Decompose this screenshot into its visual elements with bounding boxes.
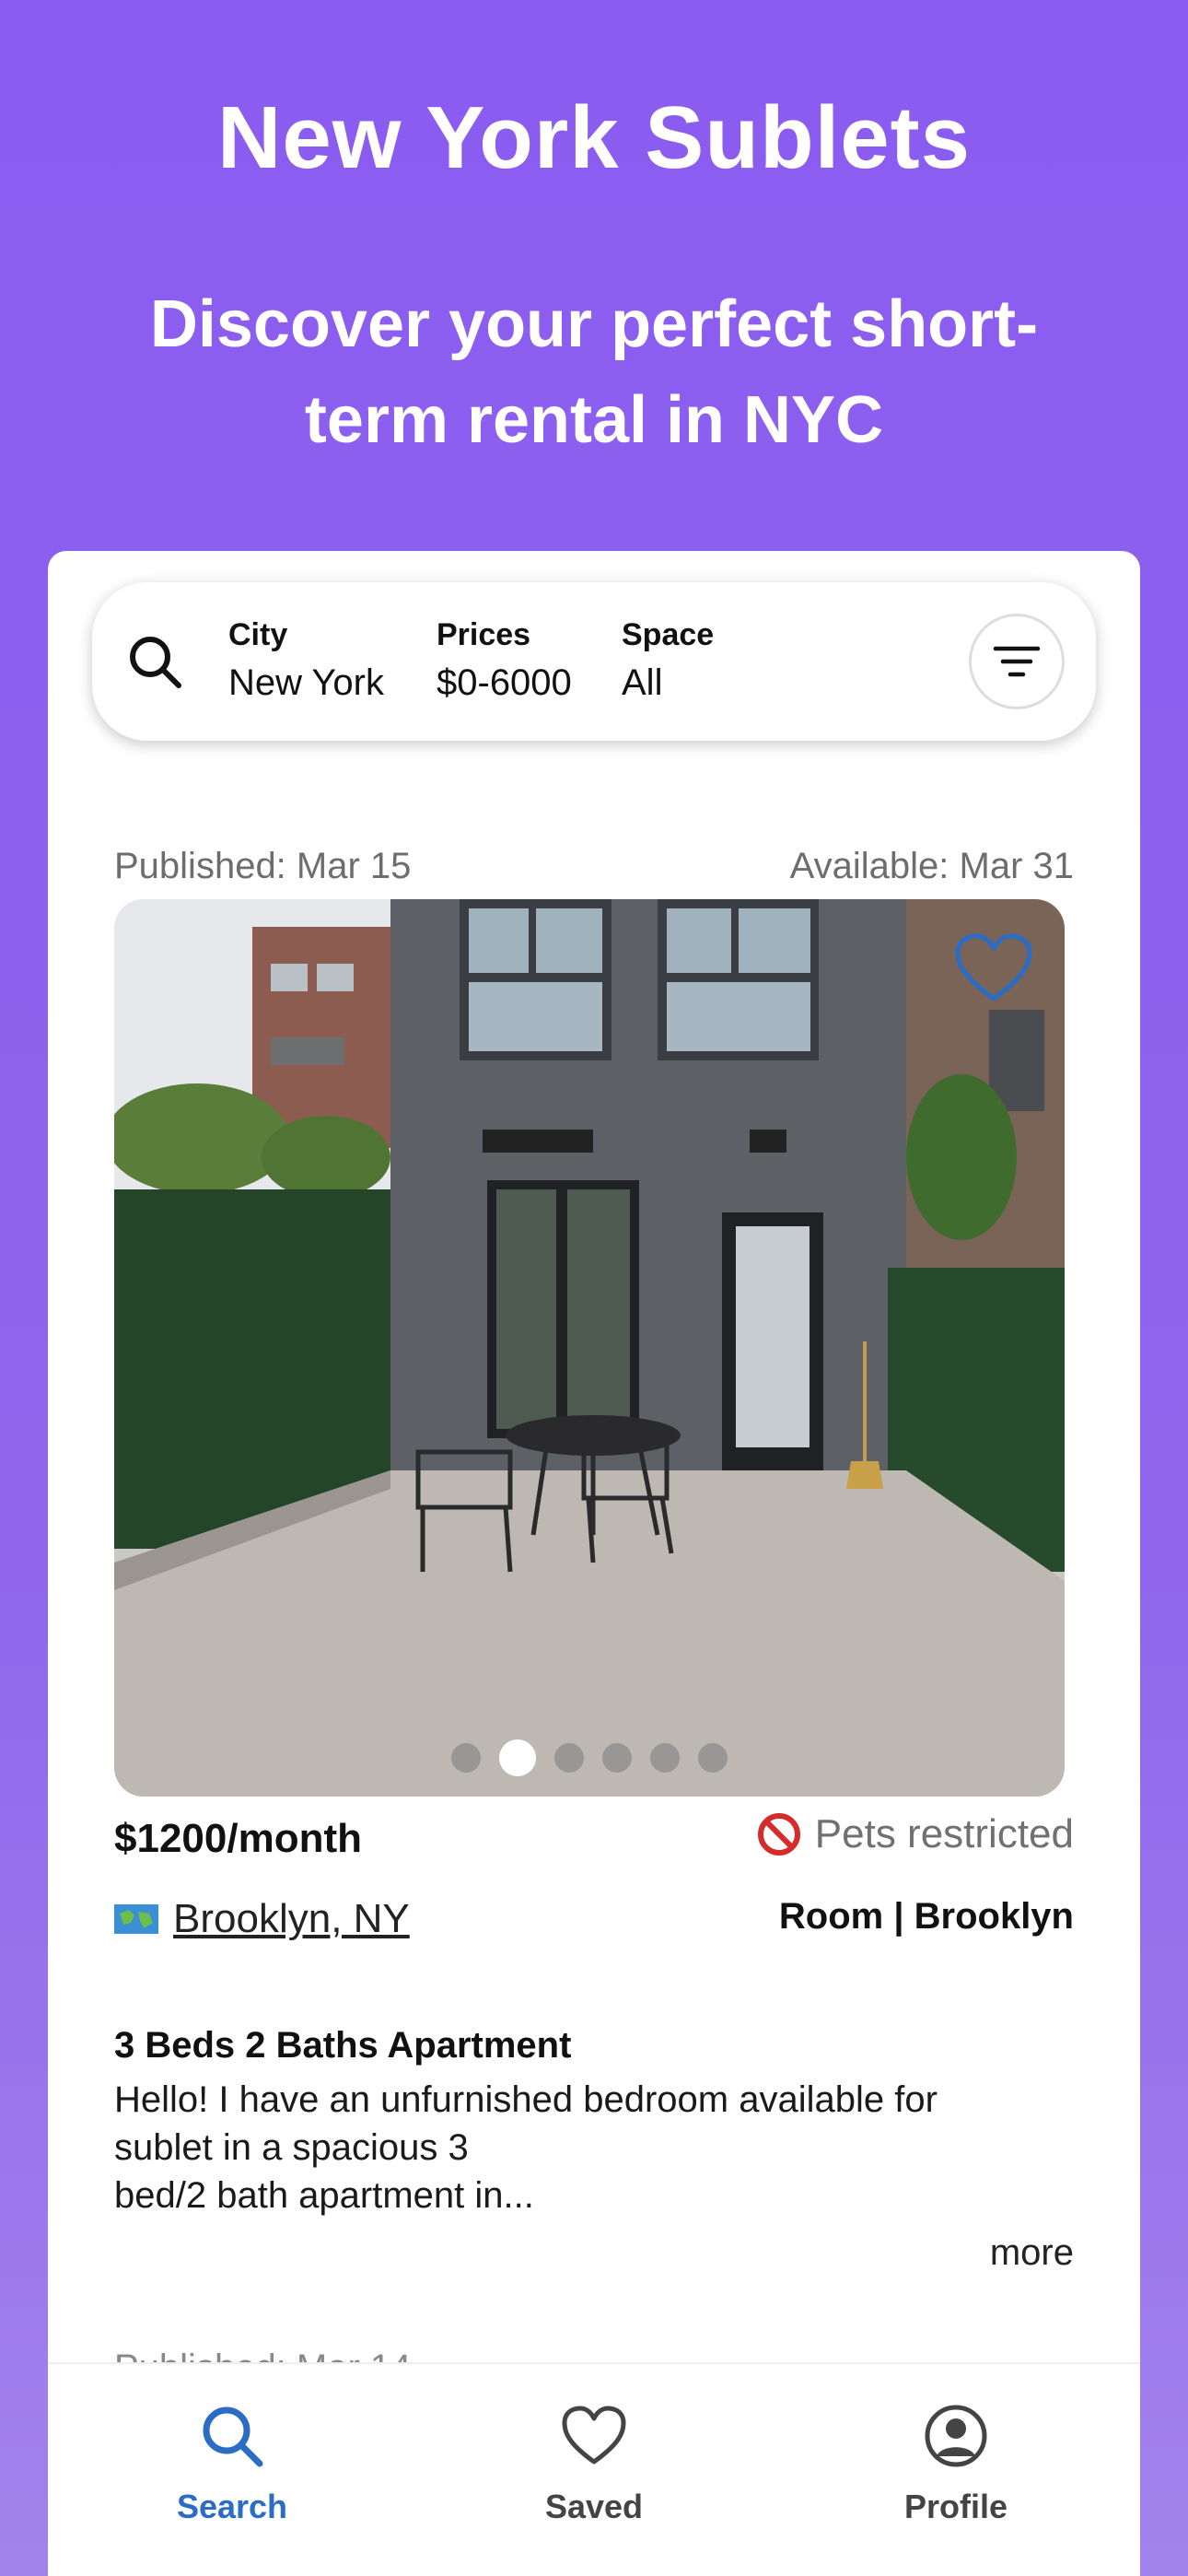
description-line: Hello! I have an unfurnished bedroom ava… (114, 2079, 938, 2120)
tab-profile[interactable]: Profile (818, 2401, 1094, 2526)
price-value: $0-6000 (437, 662, 572, 703)
pets-label: Pets restricted (814, 1811, 1074, 1856)
listing-meta: Published: Mar 15 Available: Mar 31 (114, 846, 1074, 887)
tab-saved[interactable]: Saved (456, 2401, 732, 2526)
tab-profile-label: Profile (903, 2488, 1008, 2525)
listing-photo[interactable] (114, 899, 1065, 1797)
no-pets-icon (757, 1813, 800, 1856)
pets-policy: Pets restricted (756, 1811, 1074, 1857)
location[interactable]: Brooklyn, NY (114, 1896, 410, 1942)
tab-bar: Search Saved Profile (48, 2362, 1140, 2576)
room-type: Room | Brooklyn (778, 1896, 1074, 1937)
photo-dot[interactable] (554, 1743, 584, 1773)
listing-title[interactable]: 3 Beds 2 Baths Apartment (114, 2025, 571, 2067)
photo-dot[interactable] (602, 1743, 632, 1773)
tab-search[interactable]: Search (94, 2401, 370, 2526)
city-label: City (228, 617, 288, 652)
photo-dot-active[interactable] (499, 1739, 536, 1776)
city-field[interactable]: City New York (228, 617, 384, 704)
heart-icon (562, 2406, 626, 2465)
save-heart-icon[interactable] (954, 932, 1033, 1004)
tab-search-label: Search (176, 2488, 288, 2525)
photo-illustration (114, 899, 1065, 1797)
price-field[interactable]: Prices $0-6000 (437, 617, 572, 704)
search-icon (130, 637, 181, 688)
listing-price: $1200/month (114, 1816, 362, 1861)
filter-icon (993, 646, 1041, 677)
photo-dot[interactable] (698, 1743, 728, 1773)
space-field[interactable]: Space All (622, 617, 714, 704)
profile-icon (925, 2405, 987, 2467)
map-icon (114, 1904, 158, 1934)
location-link[interactable]: Brooklyn, NY (173, 1896, 410, 1942)
hero-subtitle: Discover your perfect short-term rental … (149, 287, 1039, 457)
description-line: bed/2 bath apartment in... (114, 2175, 534, 2216)
app-screen: City New York Prices $0-6000 Space All P… (48, 551, 1140, 2576)
description-line: sublet in a spacious 3 (114, 2127, 469, 2168)
published-date: Published: Mar 15 (114, 846, 412, 886)
photo-pagination[interactable] (114, 1739, 1065, 1776)
city-value: New York (228, 662, 384, 703)
tab-saved-label: Saved (544, 2488, 644, 2525)
space-value: All (622, 662, 663, 703)
photo-dot[interactable] (451, 1743, 481, 1773)
listing-description: Hello! I have an unfurnished bedroom ava… (114, 2076, 1054, 2219)
hero-title: New York Sublets (216, 88, 972, 187)
price-label: Prices (437, 617, 531, 652)
search-bar[interactable]: City New York Prices $0-6000 Space All (92, 582, 1096, 741)
more-link[interactable]: more (990, 2232, 1074, 2274)
filter-button[interactable] (969, 614, 1065, 709)
space-label: Space (622, 617, 715, 652)
photo-dot[interactable] (650, 1743, 680, 1773)
search-icon (203, 2406, 263, 2467)
available-date: Available: Mar 31 (789, 846, 1074, 886)
